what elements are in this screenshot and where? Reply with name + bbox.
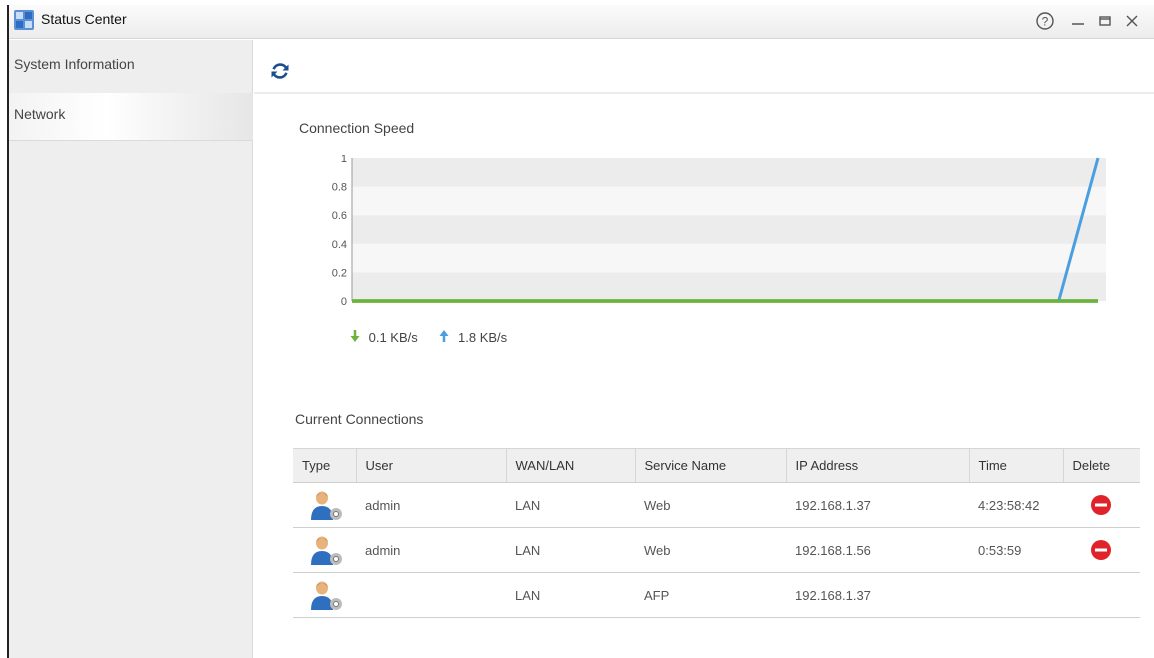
- cell-user: admin: [356, 482, 506, 528]
- column-header-time[interactable]: Time: [969, 448, 1064, 483]
- sidebar-item-label: System Information: [14, 56, 135, 72]
- download-arrow-icon: [350, 330, 360, 345]
- column-header-service-name[interactable]: Service Name: [635, 448, 787, 483]
- cell-service-name: Web: [635, 482, 786, 528]
- y-tick-label: 0.6: [332, 210, 347, 222]
- connection-speed-chart: 0 0.2 0.4 0.6 0.8 1: [332, 155, 1106, 308]
- cell-ip-address: 192.168.1.37: [786, 482, 969, 528]
- speed-legend: 0.1 KB/s 1.8 KB/s: [350, 329, 507, 345]
- main-panel: Connection Speed 0 0.2 0.4 0.6 0.8 1 0.1 KB/s…: [254, 40, 1154, 658]
- y-tick-label: 0.8: [332, 182, 347, 194]
- cell-ip-address: 192.168.1.56: [786, 527, 969, 573]
- column-header-ip-address[interactable]: IP Address: [786, 448, 970, 483]
- refresh-icon[interactable]: [269, 60, 291, 82]
- cell-user: [356, 572, 506, 618]
- delete-connection-button[interactable]: [1090, 494, 1112, 516]
- cell-ip-address: 192.168.1.37: [786, 572, 969, 618]
- table-row[interactable]: LAN AFP 192.168.1.37: [293, 572, 1140, 618]
- table-row[interactable]: admin LAN Web 192.168.1.37 4:23:58:42: [293, 482, 1140, 528]
- delete-connection-button[interactable]: [1090, 539, 1112, 561]
- window-title: Status Center: [41, 11, 127, 27]
- chart-grid-band: [352, 186, 1106, 216]
- sidebar-item-network[interactable]: Network: [9, 93, 253, 141]
- upload-speed: 1.8 KB/s: [458, 330, 508, 346]
- sidebar-item-label: Network: [14, 106, 66, 122]
- close-icon[interactable]: [1121, 10, 1143, 32]
- help-icon[interactable]: ?: [1034, 10, 1056, 32]
- app-icon: [14, 10, 34, 30]
- cell-wan-lan: LAN: [506, 482, 635, 528]
- chart-grid-band: [352, 272, 1106, 301]
- current-connections-title: Current Connections: [295, 411, 424, 427]
- y-tick-label: 0.2: [332, 267, 347, 279]
- maximize-icon[interactable]: [1094, 10, 1116, 32]
- cell-user: admin: [356, 527, 506, 573]
- title-bar: Status Center ?: [9, 5, 1154, 39]
- column-header-delete: Delete: [1063, 448, 1140, 483]
- connection-speed-title: Connection Speed: [299, 120, 415, 136]
- cell-time: [969, 572, 1063, 618]
- cell-time: 0:53:59: [969, 527, 1063, 573]
- column-header-wan-lan[interactable]: WAN/LAN: [506, 448, 636, 483]
- table-row[interactable]: admin LAN Web 192.168.1.56 0:53:59: [293, 527, 1140, 573]
- svg-text:?: ?: [1042, 15, 1049, 29]
- upload-arrow-icon: [439, 330, 449, 345]
- chart-grid-band: [352, 158, 1106, 187]
- column-header-user[interactable]: User: [356, 448, 507, 483]
- column-header-type[interactable]: Type: [293, 448, 357, 483]
- y-tick-label: 0: [341, 296, 347, 308]
- sidebar-item-system-information[interactable]: System Information: [9, 40, 253, 88]
- user-service-icon: [311, 536, 342, 565]
- cell-wan-lan: LAN: [506, 572, 635, 618]
- user-service-icon: [311, 491, 342, 520]
- chart-grid-band: [352, 243, 1106, 273]
- y-tick-label: 0.4: [332, 239, 347, 251]
- user-service-icon: [311, 581, 342, 610]
- minimize-icon[interactable]: [1067, 10, 1089, 32]
- table-header-row: Type User WAN/LAN Service Name IP Addres…: [293, 448, 1140, 483]
- connections-table: Type User WAN/LAN Service Name IP Addres…: [293, 448, 1140, 618]
- status-center-window: Status Center ? System Information Netwo…: [7, 5, 1154, 658]
- cell-delete-empty: [1063, 572, 1140, 618]
- download-speed: 0.1 KB/s: [368, 330, 418, 346]
- cell-wan-lan: LAN: [506, 527, 635, 573]
- cell-service-name: Web: [635, 527, 786, 573]
- y-tick-label: 1: [341, 155, 347, 165]
- sidebar: System Information Network: [9, 40, 253, 658]
- cell-time: 4:23:58:42: [969, 482, 1063, 528]
- toolbar: [254, 40, 1154, 94]
- cell-service-name: AFP: [635, 572, 786, 618]
- chart-grid-band: [352, 215, 1106, 244]
